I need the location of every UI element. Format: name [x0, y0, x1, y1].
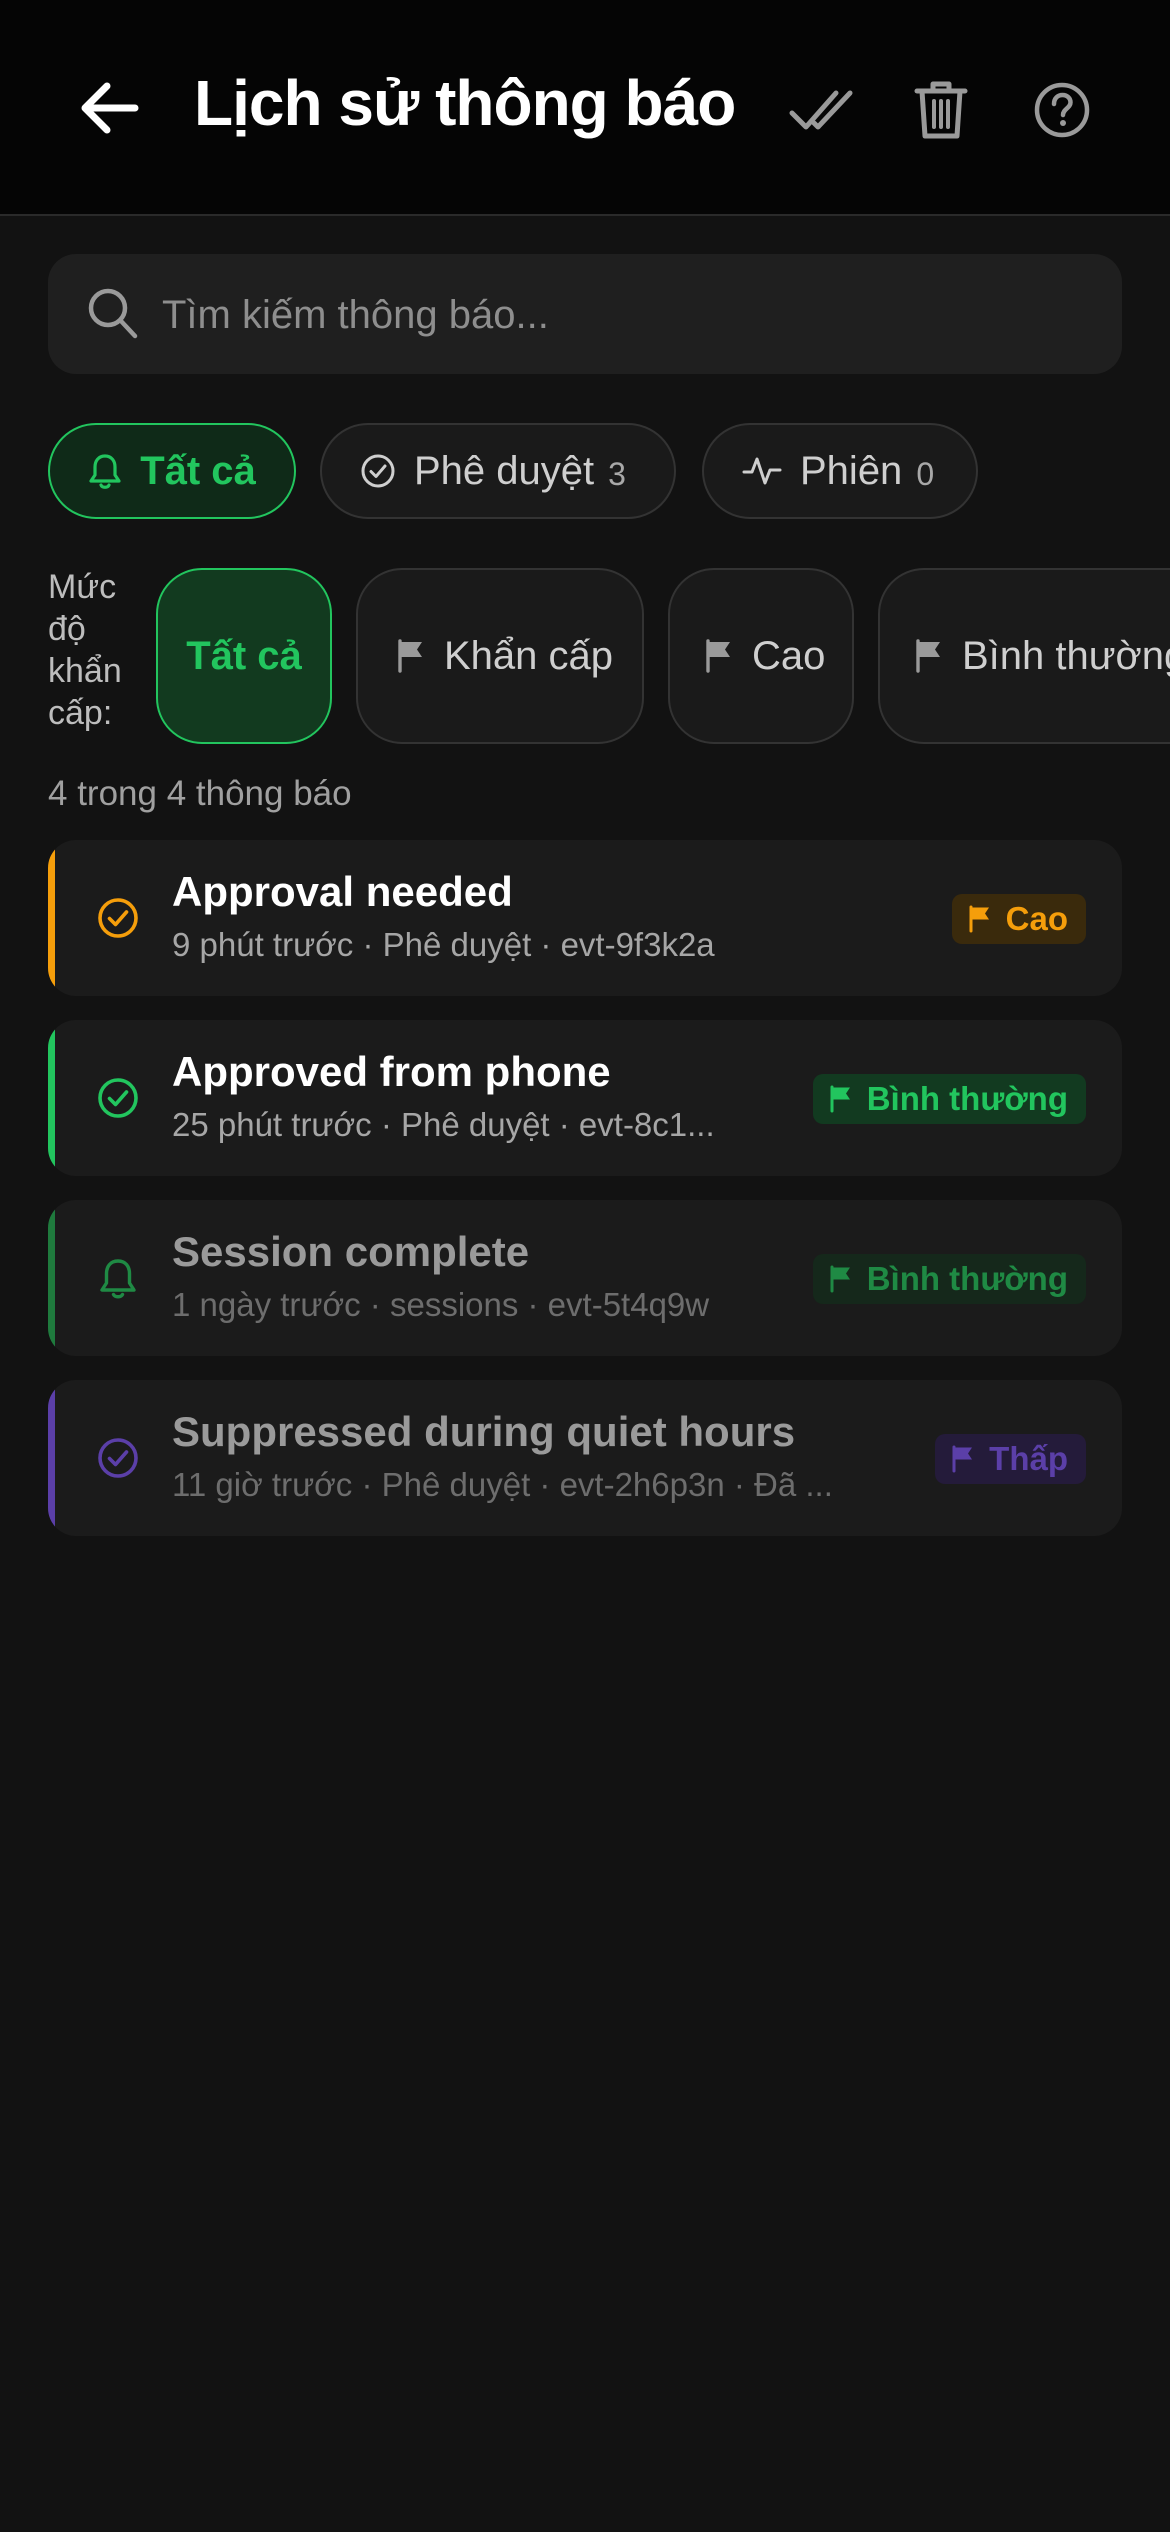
- flag-icon: [830, 1265, 850, 1293]
- priority-chip-normal-label: Bình thường: [962, 633, 1170, 678]
- priority-accent-bar: [48, 1020, 55, 1176]
- notification-item[interactable]: Approval needed 9 phút trước · Phê duyệt…: [48, 840, 1122, 996]
- check-circle-icon: [98, 1078, 138, 1118]
- tab-approvals-label: Phê duyệt: [414, 448, 595, 493]
- help-icon: [1034, 82, 1090, 138]
- help-button[interactable]: [1027, 72, 1097, 148]
- notification-title: Approved from phone: [172, 1048, 611, 1095]
- check-circle-icon: [361, 454, 395, 488]
- result-count: 4 trong 4 thông báo: [48, 774, 352, 813]
- page-title: Lịch sử thông báo: [194, 67, 736, 139]
- tab-sessions-count: 0: [916, 455, 935, 492]
- check-circle-icon: [98, 1438, 138, 1478]
- notification-meta: 9 phút trước · Phê duyệt · evt-9f3k2a: [172, 926, 715, 963]
- priority-chip-all[interactable]: Tất cả: [156, 568, 332, 744]
- priority-chip-normal[interactable]: Bình thường: [878, 568, 1170, 744]
- back-button[interactable]: [72, 76, 146, 140]
- priority-chip-urgent[interactable]: Khẩn cấp: [356, 568, 644, 744]
- activity-icon: [742, 457, 782, 485]
- priority-badge: Thấp: [935, 1434, 1086, 1484]
- priority-badge: Cao: [951, 894, 1086, 944]
- flag-icon: [969, 905, 989, 933]
- bell-icon: [89, 454, 121, 489]
- notification-title: Approval needed: [172, 868, 513, 915]
- priority-badge: Bình thường: [812, 1254, 1086, 1304]
- tab-sessions-label: Phiên: [800, 448, 903, 493]
- notification-type-icon: [94, 894, 142, 942]
- priority-accent-bar: [48, 1200, 55, 1356]
- priority-chip-high-label: Cao: [752, 633, 826, 678]
- priority-chip-high[interactable]: Cao: [668, 568, 854, 744]
- flag-icon: [706, 639, 730, 673]
- search-bar: [48, 254, 1122, 376]
- notification-meta: 25 phút trước · Phê duyệt · evt-8c1...: [172, 1106, 715, 1143]
- priority-chip-all-label: Tất cả: [186, 633, 302, 678]
- double-check-icon: [789, 90, 853, 130]
- priority-badge-label: Cao: [1005, 900, 1068, 937]
- search-input[interactable]: [160, 254, 1084, 376]
- bell-icon: [100, 1259, 136, 1299]
- priority-badge: Bình thường: [812, 1074, 1086, 1124]
- priority-badge-label: Thấp: [989, 1440, 1068, 1477]
- trash-icon: [914, 81, 968, 139]
- mark-all-read-button[interactable]: [786, 72, 856, 148]
- priority-badge-label: Bình thường: [866, 1080, 1068, 1117]
- flag-icon: [916, 639, 940, 673]
- priority-accent-bar: [48, 1380, 55, 1536]
- tab-all-label: Tất cả: [140, 448, 256, 493]
- notification-meta: 1 ngày trước · sessions · evt-5t4q9w: [172, 1286, 710, 1323]
- arrow-left-icon: [81, 82, 139, 134]
- notification-item[interactable]: Suppressed during quiet hours 11 giờ trư…: [48, 1380, 1122, 1536]
- notification-type-icon: [94, 1434, 142, 1482]
- app-header: Lịch sử thông báo: [0, 0, 1170, 216]
- flag-icon: [830, 1085, 850, 1113]
- priority-chip-urgent-label: Khẩn cấp: [444, 633, 614, 678]
- tab-all[interactable]: Tất cả: [48, 423, 296, 519]
- notification-title: Suppressed during quiet hours: [172, 1408, 796, 1455]
- flag-icon: [952, 1445, 973, 1473]
- priority-filter-label: Mức độ khẩn cấp:: [48, 568, 122, 732]
- priority-accent-bar: [48, 840, 55, 996]
- notification-title: Session complete: [172, 1228, 530, 1275]
- check-circle-icon: [98, 898, 138, 938]
- notification-type-icon: [94, 1254, 142, 1302]
- notification-item[interactable]: Session complete 1 ngày trước · sessions…: [48, 1200, 1122, 1356]
- tab-approvals[interactable]: Phê duyệt 3: [320, 423, 676, 519]
- search-icon: [88, 288, 138, 339]
- notification-type-icon: [94, 1074, 142, 1122]
- notification-meta: 11 giờ trước · Phê duyệt · evt-2h6p3n · …: [172, 1466, 833, 1503]
- tab-approvals-count: 3: [608, 455, 626, 492]
- delete-all-button[interactable]: [906, 72, 976, 148]
- flag-icon: [398, 639, 422, 673]
- tab-sessions[interactable]: Phiên 0: [702, 423, 978, 519]
- notification-item[interactable]: Approved from phone 25 phút trước · Phê …: [48, 1020, 1122, 1176]
- priority-badge-label: Bình thường: [866, 1260, 1068, 1297]
